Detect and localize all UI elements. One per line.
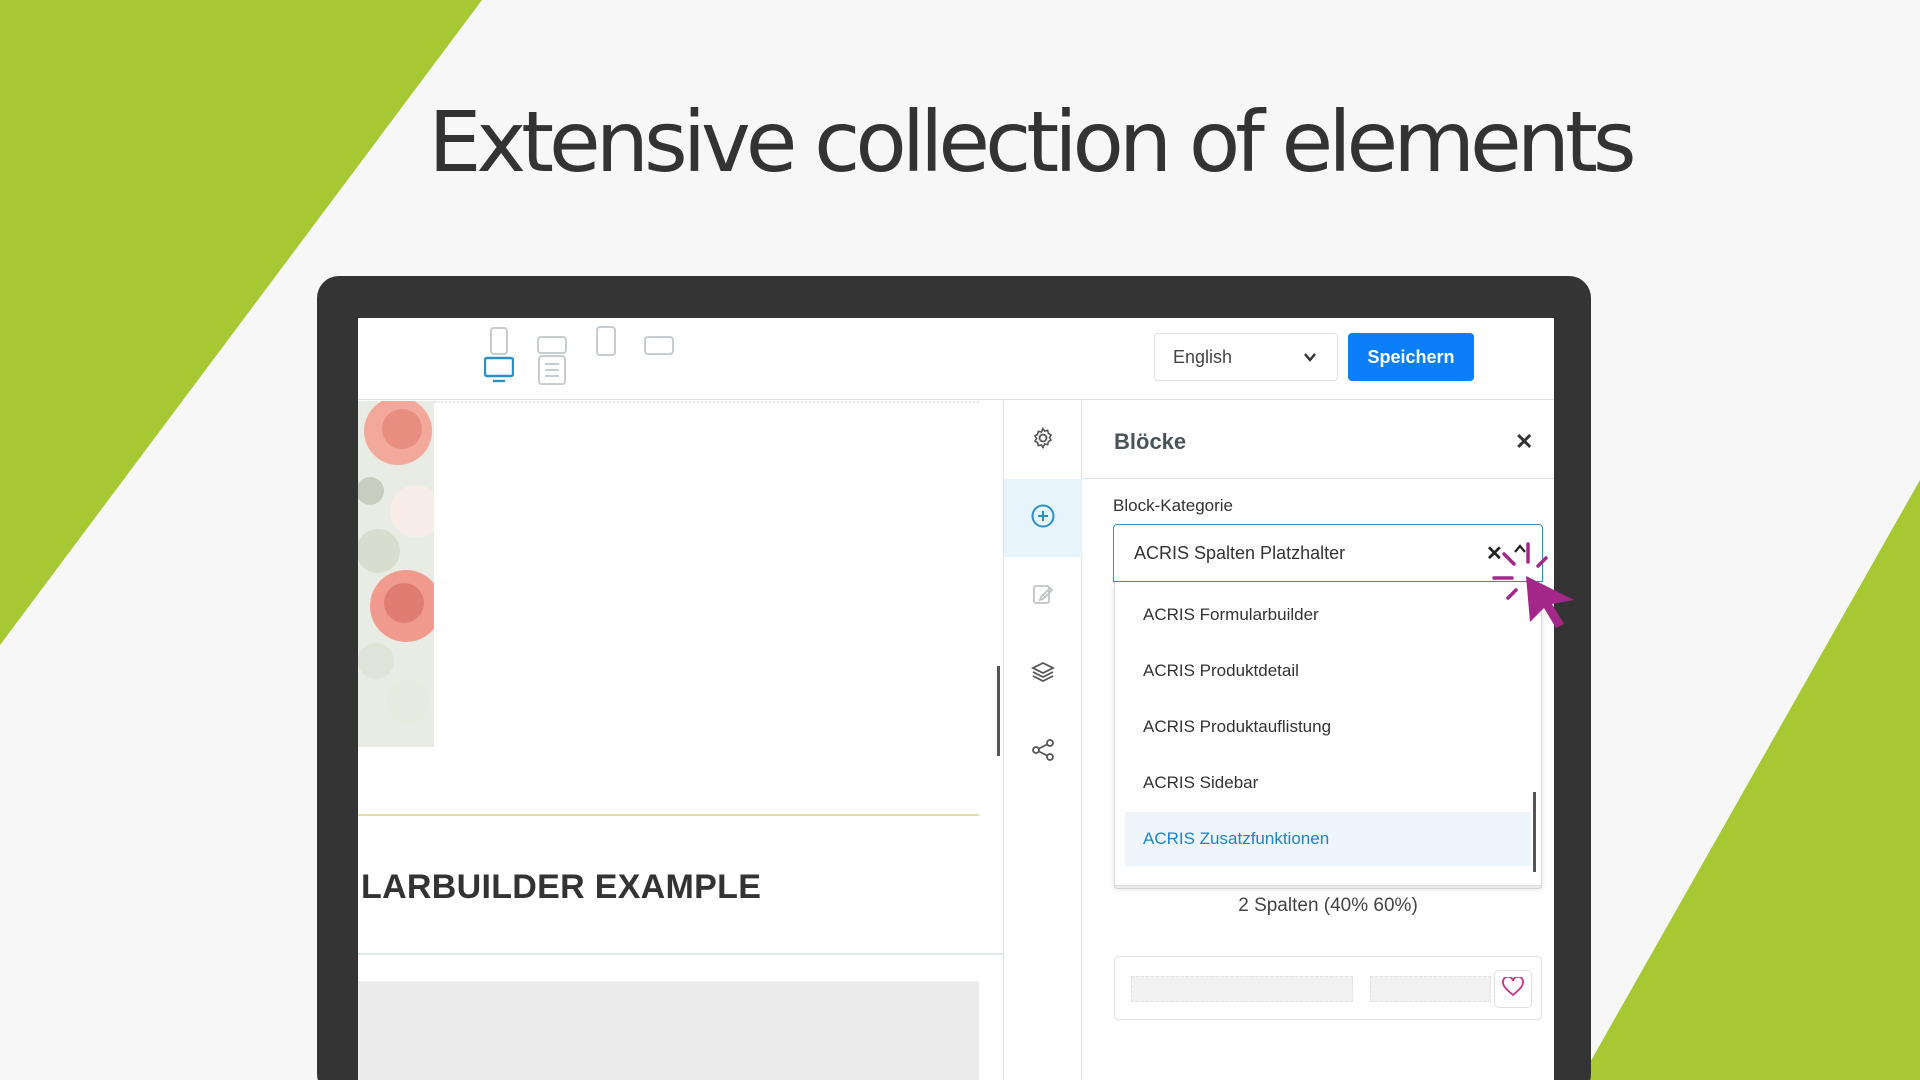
editor-sidebar [1003,401,1082,1080]
column-placeholder [1131,976,1353,1002]
nav-add-block[interactable] [1004,479,1082,557]
layers-icon [1030,660,1056,689]
nav-edit[interactable] [1004,557,1082,635]
dropdown-option[interactable]: ACRIS Sidebar [1125,756,1531,810]
panel-title: Blöcke [1114,429,1187,454]
section-divider [358,953,1003,955]
nav-layers[interactable] [1004,635,1082,713]
block-caption: 2 Spalten (40% 60%) [1238,895,1418,916]
placeholder-block[interactable] [358,981,979,1080]
share-icon [1031,738,1055,767]
editor-toolbar: English Speichern [358,318,1554,400]
save-button[interactable]: Speichern [1348,333,1474,381]
section-heading: LARBUILDER EXAMPLE [361,868,762,906]
dropdown-option[interactable]: ACRIS Produktdetail [1125,644,1531,698]
dropdown-option[interactable]: ACRIS Formularbuilder [1125,588,1531,642]
column-placeholder [1370,976,1491,1002]
nav-share[interactable] [1004,713,1082,791]
page-list-icon[interactable] [537,355,567,385]
heart-icon [1502,975,1524,1002]
page-canvas: LARBUILDER EXAMPLE [358,401,1003,1080]
settings-icon [1031,426,1055,455]
page-headline: Extensive collection of elements [428,93,1636,191]
roses-image [358,401,434,747]
block-category-select[interactable]: ACRIS Spalten Platzhalter ✕ [1113,524,1543,582]
language-select-value: English [1173,346,1233,367]
tablet-portrait-icon[interactable] [591,326,621,356]
select-value: ACRIS Spalten Platzhalter [1134,542,1346,563]
panel-header: Blöcke ✕ [1083,401,1554,479]
block-card[interactable] [1114,956,1542,1020]
dropdown-option-highlighted[interactable]: ACRIS Zusatzfunktionen [1125,812,1531,866]
section-divider [358,814,979,816]
resize-handle[interactable] [997,666,1000,756]
category-dropdown: ACRIS Formularbuilder ACRIS Produktdetai… [1114,582,1542,886]
language-select[interactable]: English [1154,333,1338,381]
favorite-button[interactable] [1494,970,1532,1008]
smartphone-icon[interactable] [484,326,514,356]
app-screen: English Speichern LARBUILDER EXAMPLE Blö… [358,318,1554,1080]
desktop-icon[interactable] [484,355,514,385]
section-divider [434,401,979,403]
dropdown-option[interactable]: ACRIS Produktauflistung [1125,700,1531,754]
block-category-label: Block-Kategorie [1113,496,1234,515]
blocks-panel: Blöcke ✕ Block-Kategorie 2 Spalten (40% … [1083,401,1554,1080]
edit-icon [1031,582,1055,611]
close-icon[interactable]: ✕ [1515,431,1533,453]
add-block-icon [1030,503,1056,534]
nav-settings[interactable] [1004,401,1082,479]
dropdown-scrollbar[interactable] [1533,792,1536,872]
chevron-down-icon [1301,348,1319,371]
click-cursor-icon [1492,542,1574,628]
laptop-icon[interactable] [644,330,674,360]
